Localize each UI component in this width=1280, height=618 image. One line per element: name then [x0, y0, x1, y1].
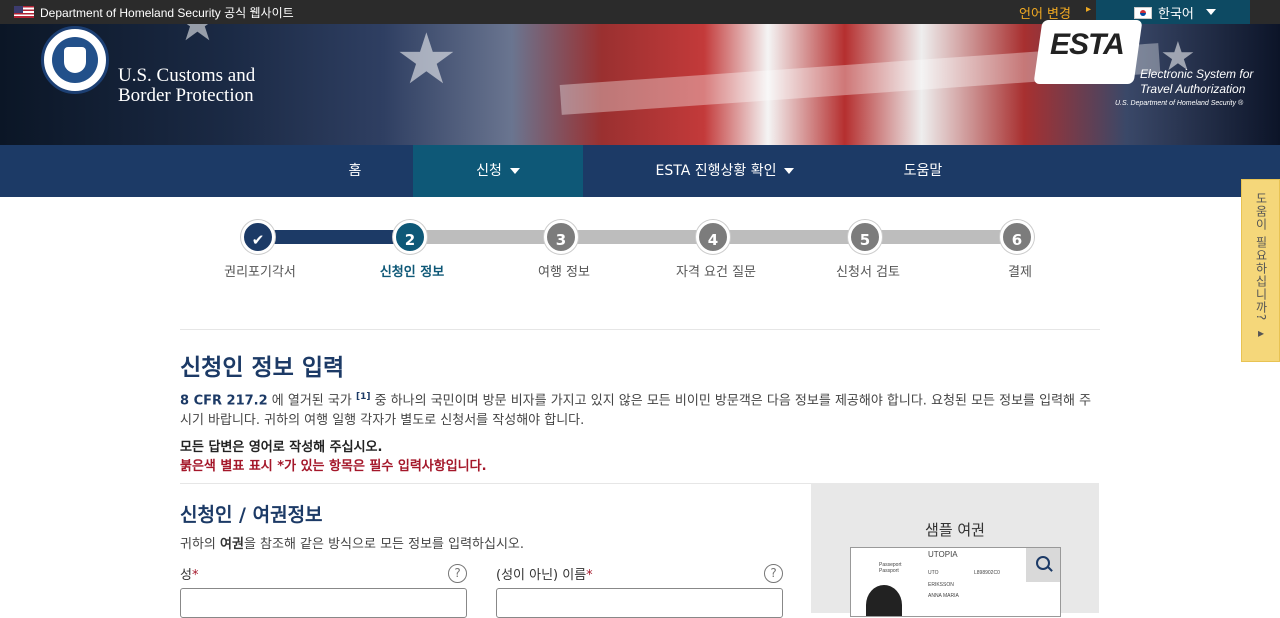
surname-input[interactable] [180, 588, 467, 618]
desc-suffix: 을 참조해 같은 방식으로 모든 정보를 입력하십시오. [243, 537, 525, 552]
passport-photo [866, 585, 902, 616]
step-4-circle: 4 [696, 220, 730, 254]
chevron-down-icon [784, 168, 795, 174]
step-5-circle: 5 [848, 220, 882, 254]
surname-label: 성* [180, 564, 198, 583]
english-note: 모든 답변은 영어로 작성해 주십시오. [180, 440, 383, 455]
surname-label-text: 성 [180, 568, 192, 583]
arrow-right-icon: ▸ [1086, 4, 1092, 15]
required-asterisk: * [586, 568, 593, 583]
given-name-label: (성이 아닌) 이름* [496, 564, 593, 583]
surname-help-icon[interactable]: ? [448, 564, 467, 583]
nav-apply-label: 신청 [476, 163, 502, 179]
esta-subtitle-line2: Travel Authorization [1140, 82, 1246, 96]
sample-passport-panel: 샘플 여권 UTOPIA Passeport Passport UTO L898… [811, 483, 1099, 617]
magnifier-icon[interactable] [1026, 548, 1060, 582]
passport-country: UTOPIA [928, 550, 958, 559]
passport-word: Passport [879, 568, 899, 574]
section-divider [180, 329, 1100, 330]
us-flag-icon [14, 6, 34, 18]
passport-code: UTO [928, 570, 939, 576]
sample-passport-title: 샘플 여권 [925, 521, 985, 539]
step-1-check-icon: ✔ [241, 220, 275, 254]
esta-subtitle-line1: Electronic System for [1140, 67, 1254, 81]
korea-flag-icon [1134, 7, 1152, 19]
language-selected-label: 한국어 [1158, 7, 1194, 22]
nav-home-label: 홈 [348, 163, 362, 179]
step-2-circle: 2 [393, 220, 427, 254]
nav-help-label: 도움말 [903, 163, 943, 179]
chevron-down-icon [509, 168, 520, 174]
required-note: 붉은색 별표 표시 *가 있는 항목은 필수 입력사항입니다. [180, 459, 487, 474]
footnote-link[interactable]: [1] [356, 392, 371, 402]
step-3-label: 여행 정보 [538, 265, 590, 280]
chevron-down-icon [1206, 9, 1216, 15]
passport-number: L898902C0 [974, 570, 1000, 576]
esta-dept-text: U.S. Department of Homeland Security ® [1115, 100, 1244, 107]
nav-status-label: ESTA 진행상황 확인 [655, 163, 777, 179]
star-decoration-icon: ★ [175, 24, 220, 52]
sample-passport-image[interactable]: UTOPIA Passeport Passport UTO L898902C0 … [850, 547, 1061, 617]
progress-track-complete [258, 230, 410, 244]
desc-bold: 여권 [220, 537, 244, 552]
help-side-tab-label: 도움이 필요하십니까? ▸ [1254, 192, 1268, 341]
given-name-help-icon[interactable]: ? [764, 564, 783, 583]
step-1-label: 권리포기각서 [224, 265, 296, 280]
passport-given: ANNA MARIA [928, 593, 959, 599]
passport-surname: ERIKSSON [928, 582, 954, 588]
cbp-title-line2[interactable]: Border Protection [118, 85, 254, 107]
step-3-circle: 3 [544, 220, 578, 254]
desc-prefix: 귀하의 [180, 537, 221, 552]
step-4-label: 자격 요건 질문 [675, 265, 757, 280]
dhs-seal-logo[interactable] [41, 26, 109, 94]
section-divider [180, 483, 811, 484]
main-nav: 홈 신청 ESTA 진행상황 확인 도움말 [0, 145, 1280, 197]
esta-logo-text: ESTA [1050, 28, 1125, 61]
required-asterisk: * [191, 568, 199, 583]
cfr-link[interactable]: 8 CFR 217.2 [180, 393, 268, 408]
intro-paragraph: 8 CFR 217.2 에 열거된 국가 [1] 중 하나의 국민이며 방문 비… [180, 387, 1100, 431]
nav-apply[interactable]: 신청 [413, 145, 583, 197]
step-6-circle: 6 [1000, 220, 1034, 254]
nav-help[interactable]: 도움말 [870, 145, 976, 197]
nav-status[interactable]: ESTA 진행상황 확인 [630, 145, 820, 197]
star-decoration-icon: ★ [395, 24, 458, 100]
step-5-label: 신청서 검토 [836, 265, 900, 280]
cbp-title-line1[interactable]: U.S. Customs and [118, 65, 255, 87]
step-2-label: 신청인 정보 [379, 265, 445, 280]
page-title: 신청인 정보 입력 [180, 355, 345, 381]
official-site-text: Department of Homeland Security 공식 웹사이트 [40, 6, 294, 20]
applicant-section-title: 신청인 / 여권정보 [180, 504, 323, 526]
intro-text-1: 에 열거된 국가 [267, 393, 356, 409]
step-6-label: 결제 [1008, 265, 1032, 280]
given-name-input[interactable] [496, 588, 783, 618]
nav-home[interactable]: 홈 [305, 145, 405, 197]
applicant-section-desc: 귀하의 여권을 참조해 같은 방식으로 모든 정보를 입력하십시오. [180, 533, 524, 552]
given-name-label-text: (성이 아닌) 이름 [496, 568, 587, 583]
